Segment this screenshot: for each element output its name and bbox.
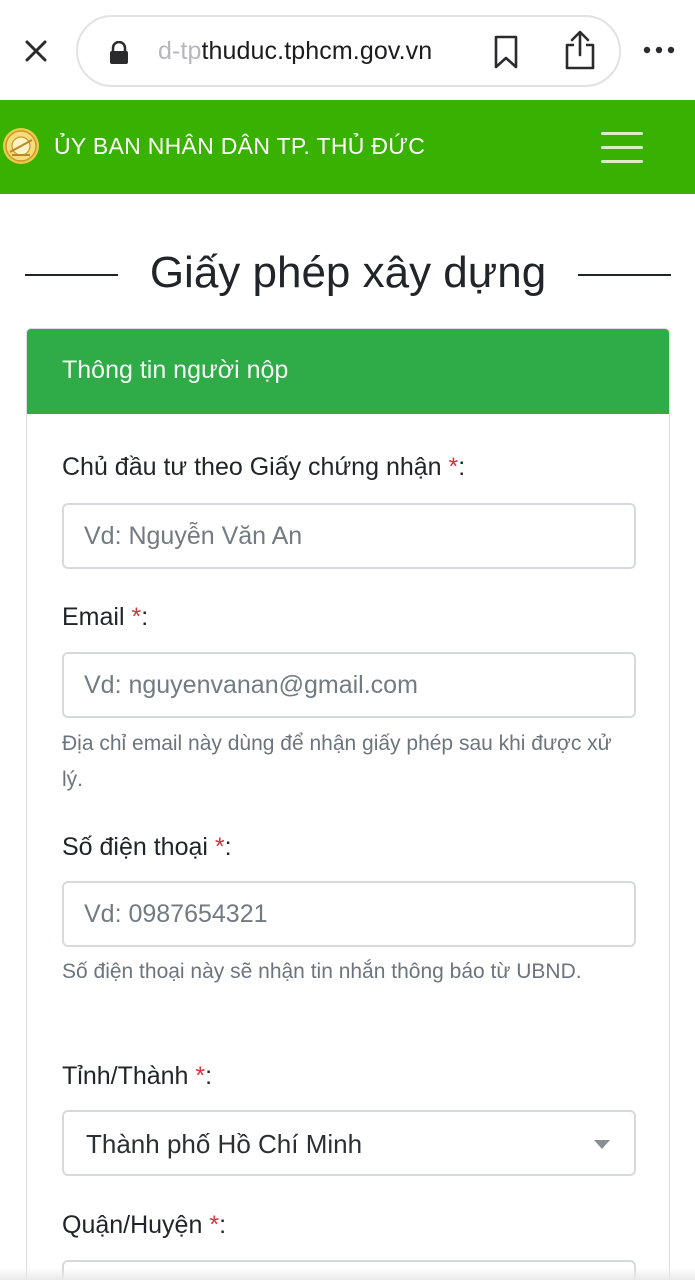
- chevron-down-icon: [594, 1140, 610, 1149]
- label-suffix: :: [219, 1211, 227, 1239]
- required-mark: *: [209, 1211, 220, 1239]
- lock-icon: [110, 41, 128, 64]
- email-help-text: Địa chỉ email này dùng để nhận giấy phép…: [62, 732, 612, 791]
- emblem-logo[interactable]: [2, 127, 40, 165]
- card-header-title: Thông tin người nộp: [62, 356, 289, 384]
- menu-bar: [601, 160, 643, 163]
- district-label-text: Quận/Huyện: [62, 1211, 203, 1239]
- label-suffix: :: [224, 833, 232, 861]
- bookmark-icon[interactable]: [491, 34, 521, 70]
- phone-field[interactable]: [62, 881, 636, 947]
- required-mark: *: [131, 603, 142, 631]
- email-field[interactable]: [62, 652, 636, 718]
- required-mark: *: [448, 453, 459, 481]
- phone-help-text: Số điện thoại này sẽ nhận tin nhắn thông…: [62, 960, 582, 983]
- phone-input[interactable]: [64, 883, 634, 945]
- more-icon[interactable]: [640, 38, 680, 62]
- province-label: Tỉnh/Thành *:: [62, 1062, 212, 1091]
- menu-bar: [601, 132, 643, 135]
- phone-label-text: Số điện thoại: [62, 833, 208, 861]
- province-label-text: Tỉnh/Thành: [62, 1062, 189, 1090]
- url-main-part: thuduc.tphcm.gov.vn: [201, 37, 433, 65]
- site-title[interactable]: ỦY BAN NHÂN DÂN TP. THỦ ĐỨC: [54, 133, 425, 160]
- url-faded-part: d-tp: [158, 37, 202, 65]
- title-divider-right: [578, 274, 671, 276]
- title-divider-left: [25, 274, 118, 276]
- close-icon[interactable]: [18, 33, 54, 69]
- share-icon[interactable]: [562, 29, 598, 71]
- phone-label: Số điện thoại *:: [62, 833, 232, 862]
- applicant-info-card: Thông tin người nộp Chủ đầu tư theo Giấy…: [26, 328, 670, 1280]
- email-label: Email *:: [62, 603, 148, 632]
- owner-field[interactable]: [62, 503, 636, 569]
- address-bar[interactable]: d-tpthuduc.tphcm.gov.vn: [76, 15, 621, 87]
- label-suffix: :: [205, 1062, 213, 1090]
- card-header: Thông tin người nộp: [27, 329, 669, 414]
- email-input[interactable]: [64, 654, 634, 716]
- page-title-row: Giấy phép xây dựng: [0, 240, 695, 310]
- site-header: ỦY BAN NHÂN DÂN TP. THỦ ĐỨC: [0, 100, 695, 194]
- province-selected-value: Thành phố Hồ Chí Minh: [86, 1129, 363, 1159]
- screen-bottom-shadow: [0, 1268, 695, 1280]
- label-suffix: :: [458, 453, 466, 481]
- label-suffix: :: [141, 603, 149, 631]
- province-select[interactable]: Thành phố Hồ Chí Minh: [62, 1110, 636, 1176]
- owner-input[interactable]: [64, 505, 634, 567]
- district-label: Quận/Huyện *:: [62, 1211, 226, 1240]
- owner-label: Chủ đầu tư theo Giấy chứng nhận *:: [62, 453, 465, 482]
- owner-label-text: Chủ đầu tư theo Giấy chứng nhận: [62, 453, 442, 481]
- email-label-text: Email: [62, 603, 125, 631]
- hamburger-menu-icon[interactable]: [601, 130, 643, 164]
- page-title: Giấy phép xây dựng: [149, 248, 547, 297]
- required-mark: *: [195, 1062, 206, 1090]
- url-text: d-tpthuduc.tphcm.gov.vn: [158, 37, 432, 66]
- menu-bar: [601, 146, 643, 149]
- required-mark: *: [214, 833, 225, 861]
- browser-toolbar: d-tpthuduc.tphcm.gov.vn: [0, 0, 695, 100]
